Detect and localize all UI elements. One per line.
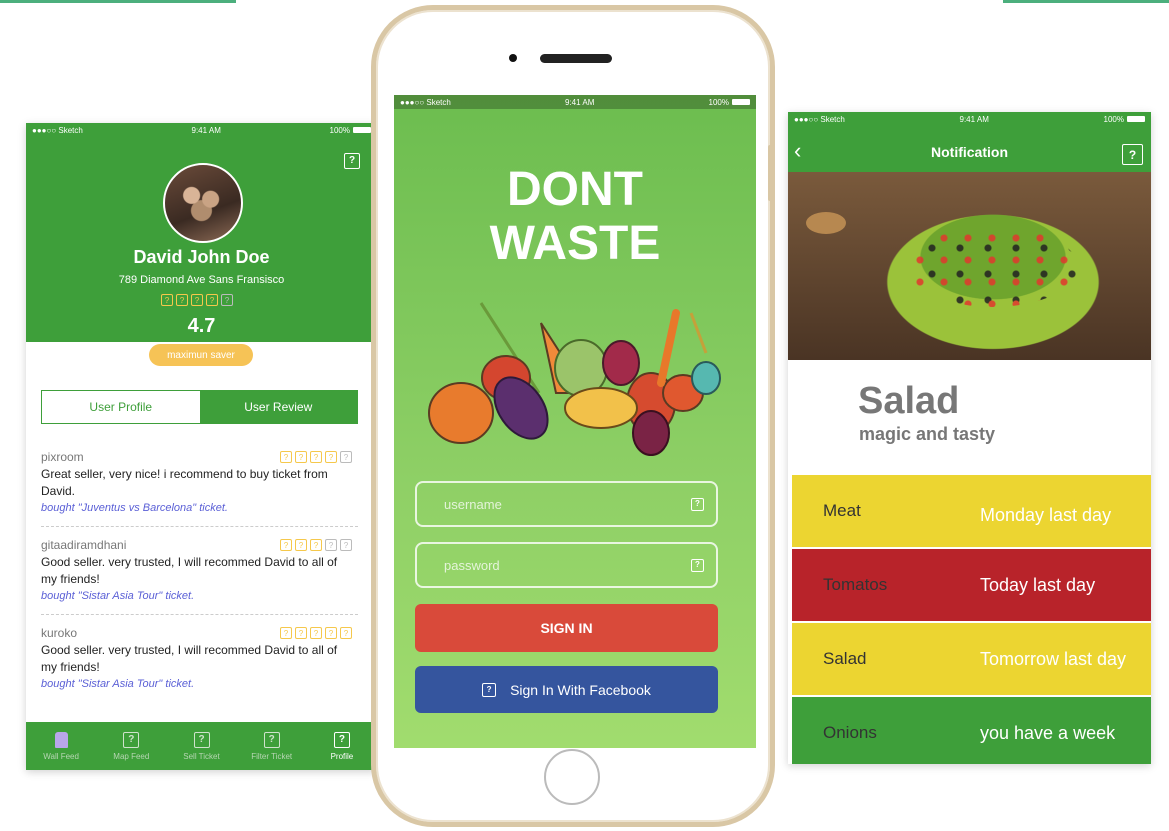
expiry-text: Today last day bbox=[980, 574, 1096, 595]
tab-user-profile[interactable]: User Profile bbox=[42, 391, 200, 423]
map-icon: ? bbox=[123, 731, 140, 748]
expiry-text: Tomorrow last day bbox=[980, 648, 1127, 669]
filter-icon: ? bbox=[263, 731, 280, 748]
nav-profile[interactable]: ? Profile bbox=[307, 722, 377, 770]
divider bbox=[41, 526, 358, 527]
lock-icon: ? bbox=[691, 558, 704, 572]
corner-accent-left bbox=[0, 0, 236, 3]
profile-screen: ●●●○○ Sketch 9:41 AM 100% ? David John D… bbox=[26, 123, 377, 770]
battery: 100% bbox=[330, 126, 371, 135]
star-icon: ? bbox=[161, 294, 173, 306]
divider bbox=[41, 614, 358, 615]
expiry-row[interactable]: Salad Tomorrow last day bbox=[792, 623, 1151, 695]
review-stars: ????? bbox=[280, 539, 352, 551]
screen-title: Notification bbox=[931, 144, 1008, 160]
review-item: pixroom Great seller, very nice! i recom… bbox=[41, 449, 358, 517]
review-text: Great seller, very nice! i recommend to … bbox=[41, 467, 328, 498]
wall-feed-icon bbox=[54, 731, 68, 748]
review-text: Good seller. very trusted, I will recomm… bbox=[41, 643, 338, 674]
profile-name: David John Doe bbox=[133, 247, 270, 267]
user-icon: ? bbox=[691, 497, 704, 511]
status-bar: ●●●○○ Sketch 9:41 AM 100% bbox=[394, 95, 756, 109]
review-bought: bought "Juventus vs Barcelona" ticket. bbox=[41, 502, 228, 514]
star-icon: ? bbox=[191, 294, 203, 306]
clock: 9:41 AM bbox=[191, 125, 221, 135]
food-name: Salad bbox=[858, 380, 960, 422]
carrier: ●●●○○ Sketch bbox=[32, 125, 83, 135]
bottom-nav: Wall Feed ? Map Feed ? Sell Ticket ? Filter… bbox=[26, 722, 377, 770]
review-bought: bought "Sistar Asia Tour" ticket. bbox=[41, 678, 195, 690]
profile-rating: 4.7 bbox=[187, 315, 216, 337]
sell-icon: ? bbox=[193, 731, 210, 748]
review-stars: ????? bbox=[280, 451, 352, 463]
menu-icon[interactable]: ? bbox=[1122, 144, 1143, 165]
speaker-icon bbox=[540, 54, 612, 63]
facebook-icon: ? bbox=[482, 682, 497, 697]
food-subtitle: magic and tasty bbox=[859, 424, 996, 444]
login-screen: ●●●○○ Sketch 9:41 AM 100% DONT WASTE use… bbox=[394, 95, 756, 748]
username-placeholder: username bbox=[444, 496, 502, 512]
profile-rating-stars: ? ? ? ? ? bbox=[161, 294, 233, 306]
food-label: Salad bbox=[823, 649, 867, 668]
spoon-icon bbox=[806, 212, 846, 234]
food-label: Meat bbox=[823, 501, 861, 520]
battery-icon bbox=[352, 127, 371, 134]
status-bar: ●●●○○ Sketch 9:41 AM 100% bbox=[788, 112, 1151, 126]
side-button bbox=[768, 145, 774, 201]
nav-wall-feed[interactable]: Wall Feed bbox=[26, 722, 96, 770]
profile-tabs: User Profile User Review bbox=[41, 390, 358, 424]
star-icon: ? bbox=[206, 294, 218, 306]
sign-in-button[interactable]: SIGN IN bbox=[415, 604, 718, 652]
vegetables-illustration bbox=[428, 302, 721, 456]
review-stars: ????? bbox=[280, 627, 352, 639]
nav-bar: ●●●○○ Sketch 9:41 AM 100% ‹ Notification… bbox=[788, 112, 1151, 172]
home-button[interactable] bbox=[544, 749, 600, 805]
star-empty-icon: ? bbox=[221, 294, 233, 306]
food-photo bbox=[788, 172, 1151, 360]
corner-accent-right bbox=[1003, 0, 1169, 3]
camera-icon bbox=[509, 54, 517, 62]
nav-sell-ticket[interactable]: ? Sell Ticket bbox=[166, 722, 236, 770]
status-badge: maximun saver bbox=[149, 344, 253, 366]
profile-icon: ? bbox=[333, 731, 350, 748]
food-label: Tomatos bbox=[823, 575, 888, 594]
nav-filter-ticket[interactable]: ? Filter Ticket bbox=[237, 722, 307, 770]
avatar bbox=[163, 163, 243, 243]
expiry-row[interactable]: Tomatos Today last day bbox=[792, 549, 1151, 621]
settings-icon[interactable]: ? bbox=[344, 153, 360, 169]
salad-dots bbox=[908, 227, 1078, 307]
review-item: kuroko Good seller. very trusted, I will… bbox=[41, 625, 358, 693]
app-title: DONT WASTE bbox=[489, 163, 661, 270]
nav-map-feed[interactable]: ? Map Feed bbox=[96, 722, 166, 770]
star-icon: ? bbox=[176, 294, 188, 306]
review-bought: bought "Sistar Asia Tour" ticket. bbox=[41, 590, 195, 602]
username-field[interactable]: username ? bbox=[415, 481, 718, 527]
facebook-sign-in-button[interactable]: ? Sign In With Facebook bbox=[415, 666, 718, 713]
expiry-row[interactable]: Onions you have a week bbox=[792, 697, 1151, 764]
food-label: Onions bbox=[823, 723, 877, 742]
review-item: gitaadiramdhani Good seller. very truste… bbox=[41, 537, 358, 605]
review-text: Good seller. very trusted, I will recomm… bbox=[41, 555, 338, 586]
status-bar: ●●●○○ Sketch 9:41 AM 100% bbox=[26, 123, 377, 137]
notification-screen: ●●●○○ Sketch 9:41 AM 100% ‹ Notification… bbox=[788, 112, 1151, 764]
expiry-text: Monday last day bbox=[980, 505, 1112, 525]
password-placeholder: password bbox=[444, 557, 500, 573]
expiry-text: you have a week bbox=[980, 722, 1116, 743]
tab-user-review[interactable]: User Review bbox=[199, 391, 357, 423]
expiry-row[interactable]: Meat Monday last day bbox=[792, 475, 1151, 547]
password-field[interactable]: password ? bbox=[415, 542, 718, 588]
profile-header: ●●●○○ Sketch 9:41 AM 100% ? David John D… bbox=[26, 123, 377, 342]
profile-address: 789 Diamond Ave Sans Fransisco bbox=[118, 274, 285, 286]
